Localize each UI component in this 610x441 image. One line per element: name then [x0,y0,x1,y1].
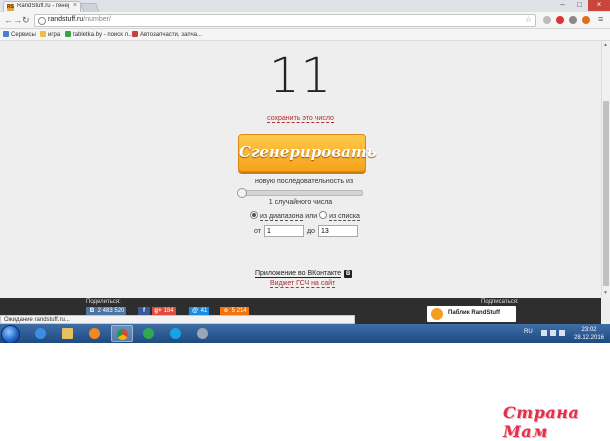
list-mode-radio[interactable] [319,211,328,219]
language-indicator[interactable]: RU [524,329,533,335]
browser-toolbar: ← → ↻ randstuff.ru/number/ ☆ ≡ [0,12,610,29]
tray-arrow-icon[interactable] [541,330,547,336]
internet-explorer-icon [35,328,46,339]
page-scrollbar[interactable]: ▲ ▼ [601,41,610,298]
reload-icon[interactable]: ↻ [22,15,30,25]
share-label: Поделиться: [86,299,121,305]
range-inputs: от до [254,225,361,237]
network-icon[interactable] [550,330,556,336]
slider-handle[interactable] [237,188,247,198]
forward-arrow-icon[interactable]: → [13,15,22,25]
taskbar-pen-app[interactable] [192,325,214,342]
back-arrow-icon[interactable]: ← [4,15,13,25]
widget-link[interactable]: Виджет ГСЧ на сайт [270,280,336,288]
extension-orange-icon[interactable] [582,16,590,24]
bookmark-game[interactable]: игра [40,31,60,38]
page-content: 11 сохранить это число Сгенерировать нов… [0,41,601,298]
url-path: /number/ [83,16,111,23]
clock-date: 28.12.2016 [573,335,605,341]
randstuff-logo-icon [431,308,443,320]
vk-app-link[interactable]: Приложение во ВКонтакте В [255,270,353,278]
close-window-icon[interactable]: × [588,0,610,11]
bookmark-star-icon[interactable]: ☆ [525,15,532,24]
apps-grid-icon [3,31,9,37]
url-text: randstuff.ru/number/ [48,16,111,23]
bookmark-autoparts[interactable]: Автозапчасти, запча... [132,31,202,38]
vk-icon: В [344,270,353,278]
url-domain: randstuff.ru [48,16,84,23]
list-mode-label[interactable]: из списка [329,213,360,221]
scrollbar-thumb[interactable] [603,101,609,286]
taskbar-green-app[interactable] [138,325,160,342]
taskbar-skype[interactable] [165,325,187,342]
share-count: 5 214 [231,308,247,314]
folder-icon [40,31,46,37]
scroll-up-icon[interactable]: ▲ [603,42,608,48]
generate-button[interactable]: Сгенерировать [238,134,377,172]
autoparts-favicon [132,31,138,37]
range-mode-label[interactable]: из диапазона [259,213,304,221]
scroll-down-icon[interactable]: ▼ [603,290,608,296]
mode-or-text: или [305,213,318,220]
start-button[interactable] [1,325,20,343]
share-count: 184 [163,308,174,314]
taskbar-media-player[interactable] [84,325,106,342]
extension-gray-icon[interactable] [569,16,577,24]
media-player-icon [89,328,100,339]
subscribe-label: Подписаться: [481,299,519,305]
clock-time: 23:02 [581,327,597,333]
count-slider[interactable] [237,188,363,198]
to-label: до [306,227,315,235]
taskbar-ie[interactable] [30,325,52,342]
bookmark-services[interactable]: Сервисы [3,31,36,38]
folder-icon [62,328,73,339]
page-info-icon[interactable] [38,17,46,25]
share-count: 2 483 520 [97,308,125,314]
count-label: 1 случайного числа [268,199,333,206]
from-input[interactable] [263,225,304,237]
minimize-icon[interactable]: – [554,0,571,11]
extension-icon[interactable] [543,16,551,24]
to-input[interactable] [317,225,358,237]
share-count: 41 [200,308,208,314]
tab-close-icon[interactable]: × [73,2,77,9]
range-mode-radio[interactable] [250,211,258,219]
from-label: от [254,227,261,235]
save-number-link[interactable]: сохранить это число [0,115,601,123]
adblock-icon[interactable] [556,16,564,24]
skype-icon [170,328,181,339]
taskbar-chrome[interactable] [111,325,133,342]
volume-icon[interactable] [559,330,565,336]
menu-icon[interactable]: ≡ [598,14,603,24]
site-watermark: Страна Мам [503,403,580,441]
pen-app-icon [197,328,208,339]
status-bubble: Ожидание randstuff.ru... [0,315,355,324]
taskbar-explorer[interactable] [57,325,79,342]
tabletka-favicon [65,31,71,37]
chrome-icon [117,329,128,340]
bookmark-tabletka[interactable]: tabletka.by - поиск л... [65,31,133,38]
sequence-label: новую последовательность из [255,178,354,185]
green-app-icon [143,328,154,339]
subscribe-public-button[interactable]: Паблик RandStuff [427,306,516,322]
taskbar-clock[interactable]: 23:02 28.12.2016 [572,326,606,342]
screenshot: RS RandStuff.ru - генератор × – □ × ← → … [0,0,610,343]
browser-tab-strip: RS RandStuff.ru - генератор × – □ × [0,0,610,13]
bookmarks-bar: Сервисы игра tabletka.by - поиск л... Ав… [0,29,610,41]
windows-taskbar: RU 23:02 28.12.2016 [0,324,610,343]
address-bar[interactable]: randstuff.ru/number/ ☆ [34,14,536,27]
site-favicon: RS [7,4,14,11]
maximize-icon[interactable]: □ [571,0,588,11]
mode-selector: из диапазона или из списка [250,211,360,221]
random-number: 11 [268,48,333,104]
window-controls: – □ × [554,0,610,11]
tab-title: RandStuff.ru - генератор [17,3,69,9]
